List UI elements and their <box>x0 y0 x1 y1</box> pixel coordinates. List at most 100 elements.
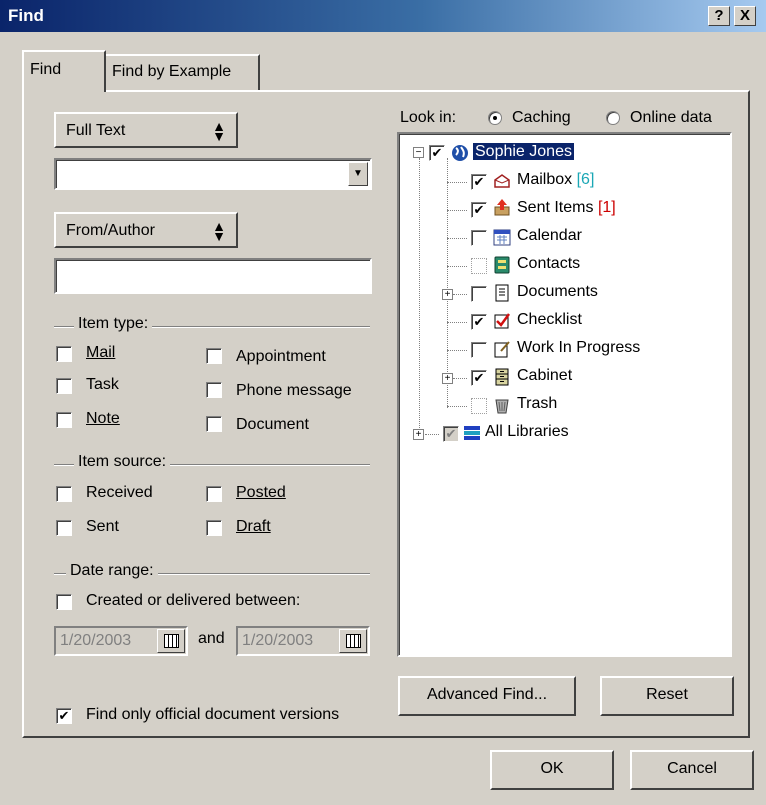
calendar-icon <box>346 634 361 648</box>
tree-connector <box>447 350 467 351</box>
sent-items-icon <box>494 199 510 216</box>
tree-connector <box>447 182 467 183</box>
date-to-field[interactable]: 1/20/2003 <box>236 626 370 656</box>
contacts-icon <box>494 256 510 274</box>
trash-checkbox[interactable] <box>471 398 487 414</box>
mail-checkbox[interactable] <box>56 346 72 362</box>
work-in-progress-icon <box>494 341 510 358</box>
field-selector[interactable]: Full Text ▲ ▼ <box>54 112 238 148</box>
documents-checkbox[interactable] <box>471 286 487 302</box>
posted-label: Posted <box>236 484 286 501</box>
date-range-checkbox-label: Created or delivered between: <box>86 592 301 609</box>
all-libraries-checkbox[interactable]: ✔ <box>443 426 459 442</box>
updown-arrow-icon: ▲ ▼ <box>212 218 226 244</box>
task-checkbox[interactable] <box>56 378 72 394</box>
calendar-picker-button[interactable] <box>339 629 367 653</box>
calendar-label: Calendar <box>517 227 582 244</box>
note-label: Note <box>86 410 120 427</box>
tab-find-by-example[interactable]: Find by Example <box>104 54 260 90</box>
help-button[interactable]: ? <box>708 6 730 26</box>
checklist-icon <box>494 313 511 329</box>
all-libraries-label: All Libraries <box>485 423 569 440</box>
work-in-progress-checkbox[interactable] <box>471 342 487 358</box>
tab-find-by-example-label: Find by Example <box>112 63 232 80</box>
author-selector[interactable]: From/Author ▲ ▼ <box>54 212 238 248</box>
window-title: Find <box>8 6 44 25</box>
checklist-label: Checklist <box>517 311 582 328</box>
online-data-label: Online data <box>630 109 712 126</box>
cabinet-icon <box>495 368 509 386</box>
document-checkbox[interactable] <box>206 416 222 432</box>
mailbox-label: Mailbox [6] <box>517 171 595 188</box>
note-checkbox[interactable] <box>56 412 72 428</box>
calendar-checkbox[interactable] <box>471 230 487 246</box>
tree-connector <box>419 158 420 434</box>
tree-connector <box>447 266 467 267</box>
tree-connector <box>447 406 467 407</box>
field-selector-value: Full Text <box>66 122 126 139</box>
sent-label: Sent <box>86 518 119 535</box>
checklist-checkbox[interactable]: ✔ <box>471 314 487 330</box>
contacts-label: Contacts <box>517 255 581 272</box>
task-label: Task <box>86 376 119 393</box>
caching-radio[interactable] <box>488 111 502 125</box>
official-versions-label: Find only official document versions <box>86 706 340 723</box>
sent-items-label: Sent Items [1] <box>517 199 616 216</box>
official-versions-checkbox[interactable]: ✔ <box>56 708 72 724</box>
mailbox-checkbox[interactable]: ✔ <box>471 174 487 190</box>
appointment-label: Appointment <box>236 348 326 365</box>
collapse-icon[interactable]: − <box>413 147 424 158</box>
draft-checkbox[interactable] <box>206 520 222 536</box>
trash-label: Trash <box>517 395 558 412</box>
sophie-jones-checkbox[interactable]: ✔ <box>429 145 445 161</box>
tree-connector <box>453 294 467 295</box>
documents-icon <box>495 284 509 302</box>
sent-checkbox[interactable] <box>56 520 72 536</box>
cabinet-checkbox[interactable]: ✔ <box>471 370 487 386</box>
author-input[interactable] <box>54 258 372 294</box>
dropdown-arrow-icon[interactable]: ▼ <box>348 162 368 186</box>
tree-connector <box>447 158 448 408</box>
reset-button[interactable]: Reset <box>600 676 734 716</box>
date-from-field[interactable]: 1/20/2003 <box>54 626 188 656</box>
and-label: and <box>198 630 225 647</box>
calendar-icon <box>164 634 179 648</box>
draft-label: Draft <box>236 518 271 535</box>
caching-label: Caching <box>512 109 571 126</box>
online-data-radio[interactable] <box>606 111 620 125</box>
expand-icon[interactable]: + <box>442 289 453 300</box>
expand-icon[interactable]: + <box>413 429 424 440</box>
title-bar: Find ? X <box>0 0 766 32</box>
author-selector-value: From/Author <box>66 222 155 239</box>
sophie-jones-label[interactable]: Sophie Jones <box>473 143 574 161</box>
appointment-checkbox[interactable] <box>206 348 222 364</box>
posted-checkbox[interactable] <box>206 486 222 502</box>
expand-icon[interactable]: + <box>442 373 453 384</box>
search-text-combo[interactable]: ▼ <box>54 158 372 190</box>
contacts-checkbox[interactable] <box>471 258 487 274</box>
phone-message-checkbox[interactable] <box>206 382 222 398</box>
received-label: Received <box>86 484 153 501</box>
radio-dot-icon <box>493 116 497 120</box>
date-range-label: Date range: <box>66 562 158 580</box>
document-label: Document <box>236 416 309 433</box>
tab-find[interactable]: Find <box>22 50 106 92</box>
mail-label: Mail <box>86 344 116 361</box>
close-button[interactable]: X <box>734 6 756 26</box>
calendar-picker-button[interactable] <box>157 629 185 653</box>
phone-message-label: Phone message <box>236 382 352 399</box>
calendar-icon <box>493 229 511 246</box>
date-to-value: 1/20/2003 <box>242 632 314 649</box>
cancel-button[interactable]: Cancel <box>630 750 754 790</box>
date-from-value: 1/20/2003 <box>60 632 132 649</box>
advanced-find-button[interactable]: Advanced Find... <box>398 676 576 716</box>
date-range-checkbox[interactable] <box>56 594 72 610</box>
received-checkbox[interactable] <box>56 486 72 502</box>
sent-items-checkbox[interactable]: ✔ <box>471 202 487 218</box>
documents-label: Documents <box>517 283 598 300</box>
tree-connector <box>453 378 467 379</box>
work-in-progress-label: Work In Progress <box>517 339 641 356</box>
folder-tree[interactable]: − ✔ Sophie Jones ✔ Mailbox [6] ✔ Sent It… <box>397 132 732 657</box>
ok-button[interactable]: OK <box>490 750 614 790</box>
updown-arrow-icon: ▲ ▼ <box>212 118 226 144</box>
